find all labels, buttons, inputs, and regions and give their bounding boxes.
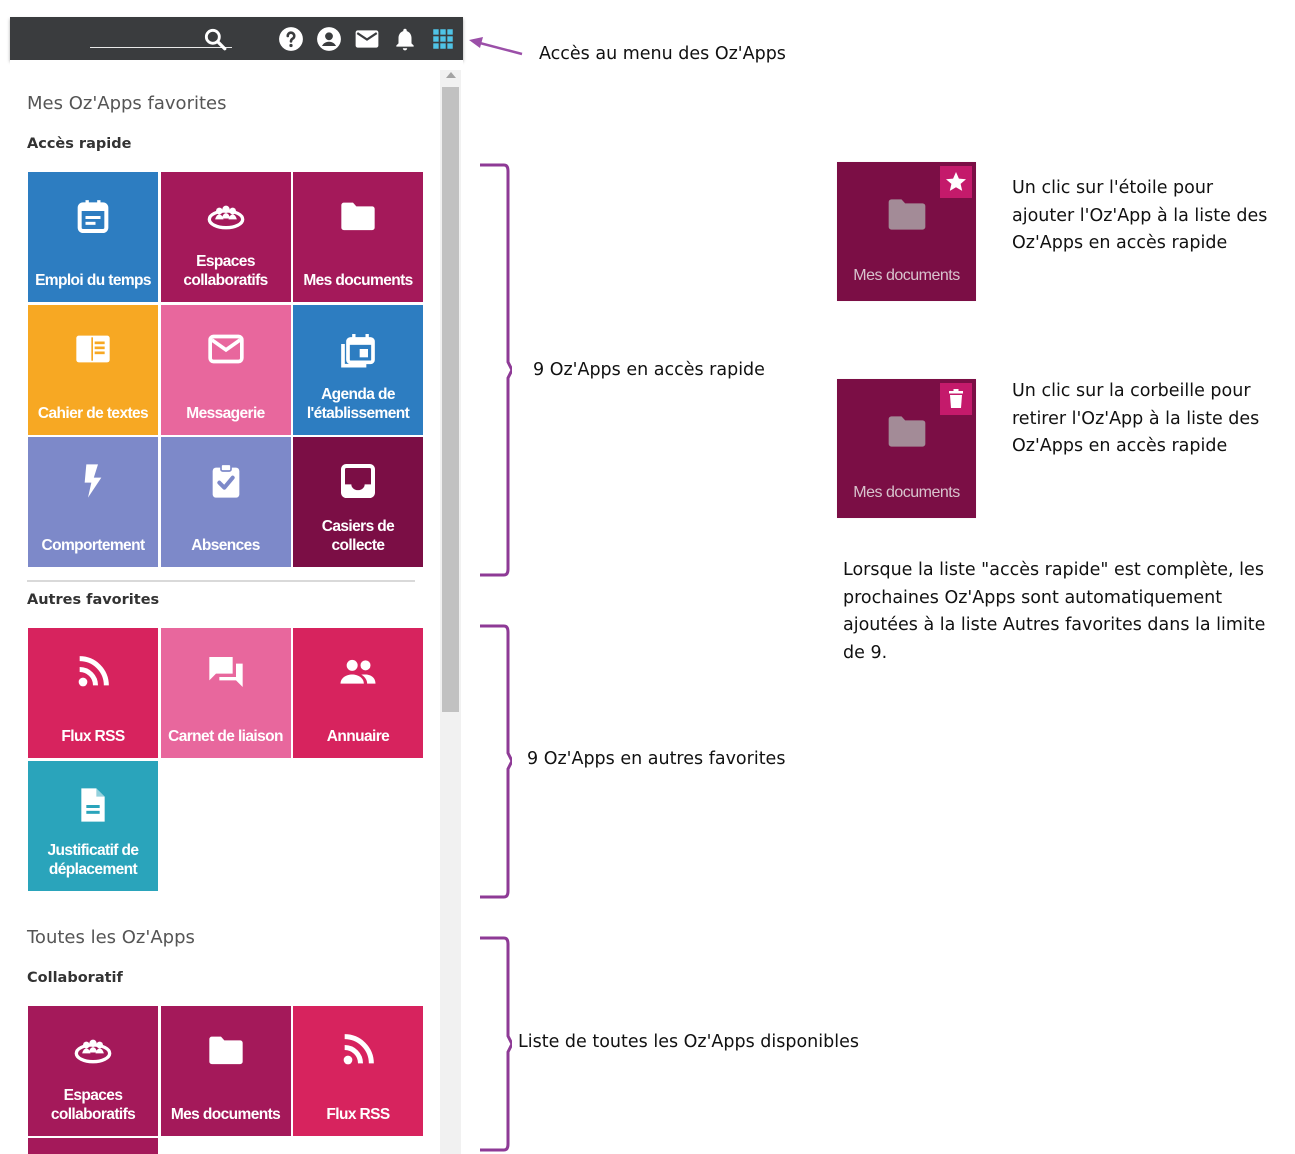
other-favorites-label: Autres favorites [27, 592, 160, 608]
app-tile-absences[interactable]: Absences [160, 437, 291, 567]
app-tile-espaces-collaboratifs[interactable]: Espaces collaboratifs [28, 1006, 158, 1136]
trash-help-note: Un clic sur la corbeille pour retirer l'… [1012, 381, 1260, 456]
app-tile-label: Espaces collaboratifs [50, 1087, 136, 1123]
app-tile-agenda-de-l-établissement[interactable]: Agenda de l'établissement [293, 304, 423, 435]
full-list-help-note: Lorsque la liste "accès rapide" est comp… [843, 560, 1266, 663]
folder-icon [888, 199, 926, 230]
app-tile-label: Agenda de l'établissement [306, 385, 410, 422]
apps-grid-icon[interactable] [430, 26, 456, 52]
scroll-up-arrow[interactable] [446, 72, 456, 78]
other-favorites-count-note: 9 Oz'Apps en autres favorites [527, 749, 786, 769]
people-icon [340, 659, 376, 684]
mail-icon[interactable] [354, 26, 380, 52]
trash-button[interactable] [940, 383, 972, 415]
app-tile-label: Comportement [41, 537, 145, 554]
star-button[interactable] [940, 166, 972, 198]
app-tile-label: Mes documents [170, 1106, 281, 1123]
app-tile-cahier-de-textes[interactable]: Cahier de textes [28, 304, 158, 435]
folder-icon [341, 202, 375, 231]
demo-tile-star: Mes documents [837, 162, 976, 301]
inbox-icon [341, 464, 375, 498]
app-tile-mes-documents[interactable]: Mes documents [293, 172, 423, 302]
folder-icon [208, 1036, 243, 1065]
app-tile-label: Absences [191, 537, 260, 554]
rss-icon [343, 1034, 374, 1065]
star-icon [946, 172, 966, 191]
trash-icon [949, 389, 963, 408]
clipboard-check-icon [212, 463, 239, 498]
app-tile-label: Carnet de liaison [168, 728, 283, 745]
collaborative-label: Collaboratif [27, 970, 123, 986]
app-tile-justificatif-de-déplacement[interactable]: Justificatif de déplacement [28, 760, 158, 891]
app-tile-label: Mes documents [303, 272, 413, 289]
app-tile-flux-rss[interactable]: Flux RSS [293, 1006, 423, 1136]
app-tile-label: Emploi du temps [35, 272, 151, 289]
section-divider [27, 580, 415, 582]
demo-tile-label: Mes documents [853, 267, 960, 284]
event-calendar-icon [341, 333, 375, 367]
scrollbar-thumb[interactable] [442, 87, 459, 712]
pointer-arrow [469, 37, 523, 56]
app-tile-partial[interactable] [28, 1138, 158, 1154]
app-tile-label: Flux RSS [326, 1106, 390, 1123]
search-icon[interactable] [202, 26, 228, 52]
quick-access-label: Accès rapide [27, 136, 132, 152]
all-apps-brace [480, 936, 512, 1152]
app-tile-casiers-de-collecte[interactable]: Casiers de collecte [293, 437, 423, 567]
group-icon [74, 1039, 112, 1064]
app-tile-label: Annuaire [326, 728, 390, 745]
bell-icon[interactable] [392, 26, 418, 52]
app-tile-label: Espaces collaboratifs [183, 253, 268, 289]
calendar-icon [77, 200, 109, 233]
group-icon [207, 205, 244, 230]
app-tile-label: Flux RSS [61, 728, 125, 745]
app-tile-label: Messagerie [186, 404, 265, 422]
demo-tile-label: Mes documents [853, 484, 960, 501]
textbook-icon [76, 335, 110, 362]
chat-icon [208, 657, 243, 687]
app-tile-messagerie[interactable]: Messagerie [160, 304, 291, 435]
app-tile-emploi-du-temps[interactable]: Emploi du temps [28, 172, 158, 302]
top-bar [10, 17, 463, 60]
mail-icon [207, 334, 244, 363]
demo-tile-trash: Mes documents [837, 379, 976, 518]
all-apps-note: Liste de toutes les Oz'Apps disponibles [518, 1032, 859, 1052]
rss-icon [78, 656, 109, 687]
all-apps-title: Toutes les Oz'Apps [27, 927, 195, 948]
quick-access-count-note: 9 Oz'Apps en accès rapide [533, 360, 765, 380]
folder-icon [888, 416, 926, 447]
favorites-title: Mes Oz'Apps favorites [27, 93, 227, 114]
menu-access-note: Accès au menu des Oz'Apps [539, 44, 786, 64]
lightning-icon [84, 464, 102, 498]
app-tile-carnet-de-liaison[interactable]: Carnet de liaison [160, 628, 291, 758]
app-tile-label: Casiers de collecte [321, 518, 395, 554]
star-help-note: Un clic sur l'étoile pour ajouter l'Oz'A… [1012, 178, 1268, 253]
app-tile-annuaire[interactable]: Annuaire [293, 628, 423, 758]
app-tile-espaces-collaboratifs[interactable]: Espaces collaboratifs [160, 172, 291, 302]
app-tile-label: Justificatif de déplacement [47, 841, 140, 878]
app-tile-mes-documents[interactable]: Mes documents [160, 1006, 291, 1136]
account-icon[interactable] [316, 26, 342, 52]
app-tile-label: Cahier de textes [37, 404, 149, 422]
other-favorites-brace [480, 624, 512, 899]
app-tile-comportement[interactable]: Comportement [28, 437, 158, 567]
app-tile-flux-rss[interactable]: Flux RSS [28, 628, 158, 758]
document-icon [81, 787, 105, 822]
quick-access-brace [480, 163, 512, 577]
help-icon[interactable] [278, 26, 304, 52]
